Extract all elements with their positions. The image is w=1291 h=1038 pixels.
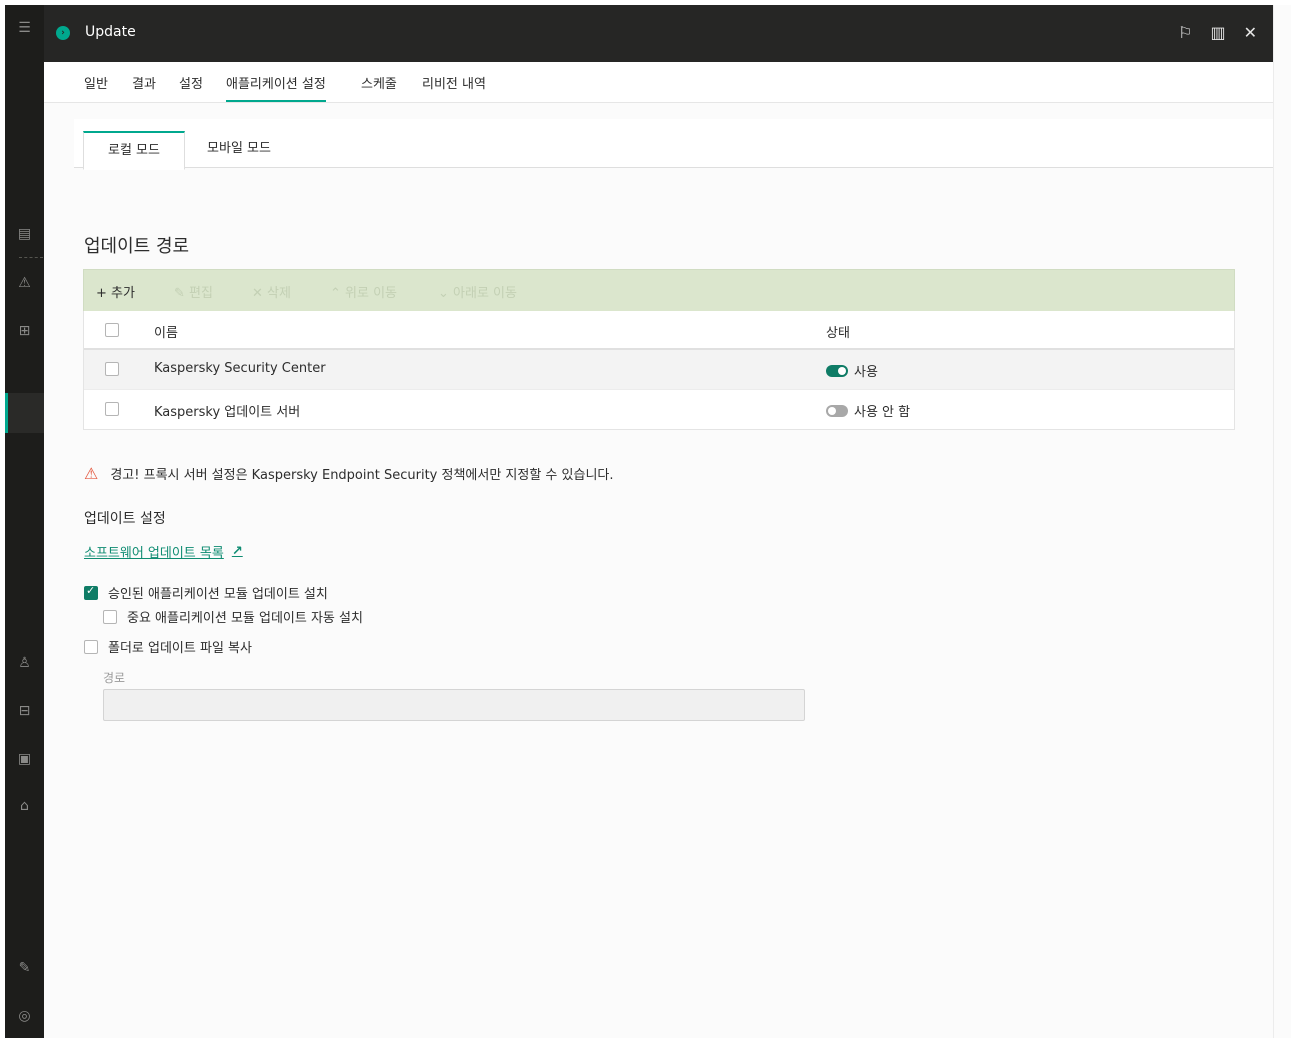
tab-revision-history[interactable]: 리비전 내역 — [422, 73, 486, 92]
table-row[interactable]: Kaspersky Security Center 사용 — [84, 350, 1234, 390]
menu-icon[interactable]: ☰ — [5, 17, 44, 39]
update-sources-table: 이름 상태 Kaspersky Security Center 사용 Kaspe… — [83, 311, 1235, 430]
tab-schedule[interactable]: 스케줄 — [361, 73, 397, 92]
table-row[interactable]: Kaspersky 업데이트 서버 사용 안 함 — [84, 390, 1234, 429]
software-updates-link-text[interactable]: 소프트웨어 업데이트 목록 — [84, 542, 224, 561]
source-status: 사용 — [826, 361, 878, 380]
edit-button[interactable]: ✎ 편집 — [174, 282, 213, 301]
update-settings-title: 업데이트 설정 — [84, 511, 166, 527]
update-task-icon: › — [56, 26, 70, 40]
mode-tab-bar: 로컬 모드 모바일 모드 — [74, 119, 1273, 170]
tab-general[interactable]: 일반 — [84, 73, 108, 92]
warning-text: 경고! 프록시 서버 설정은 Kaspersky Endpoint Securi… — [110, 468, 614, 483]
install-approved-updates-option[interactable]: 승인된 애플리케이션 모듈 업데이트 설치 — [84, 583, 328, 602]
add-button[interactable]: + 추가 — [96, 282, 135, 301]
auto-install-critical-updates-checkbox[interactable] — [103, 609, 117, 624]
copy-updates-to-folder-option[interactable]: 폴더로 업데이트 파일 복사 — [84, 637, 252, 656]
source-status: 사용 안 함 — [826, 401, 910, 420]
install-approved-updates-checkbox[interactable] — [84, 584, 98, 600]
source-name: Kaspersky 업데이트 서버 — [154, 405, 301, 420]
title-bar-actions: ⚐ ▥ ✕ — [1178, 22, 1257, 44]
tab-mobile-mode[interactable]: 모바일 모드 — [199, 131, 279, 167]
rail-divider — [19, 257, 43, 258]
policies-icon[interactable]: ⊟ — [5, 700, 44, 722]
monitoring-icon[interactable]: ▤ — [5, 223, 44, 245]
move-down-button[interactable]: ⌄ 아래로 이동 — [438, 282, 517, 301]
right-edge-strip — [1273, 5, 1291, 1038]
main-tab-bar: 일반 결과 설정 애플리케이션 설정 스케줄 리비전 내역 — [44, 62, 1273, 103]
source-name: Kaspersky Security Center — [154, 361, 326, 376]
path-input[interactable] — [103, 689, 805, 721]
account-icon[interactable]: ◎ — [5, 1005, 44, 1027]
flag-icon[interactable]: ⚐ — [1178, 22, 1192, 44]
copy-updates-to-folder-checkbox[interactable] — [84, 639, 98, 654]
tab-local-mode[interactable]: 로컬 모드 — [83, 131, 185, 170]
title-bar: › Update ⚐ ▥ ✕ — [44, 5, 1273, 62]
left-nav-rail: ☰ ▤ ⚠ ⊞ ♙ ⊟ ▣ ⌂ ✎ ◎ — [5, 5, 44, 1038]
column-header-name[interactable]: 이름 — [154, 322, 178, 341]
book-icon[interactable]: ▥ — [1210, 22, 1225, 44]
sources-toolbar: + 추가 ✎ 편집 ✕ 삭제 ⌃ 위로 이동 ⌄ 아래로 이동 — [83, 269, 1235, 312]
row-checkbox[interactable] — [105, 362, 119, 376]
option-label: 승인된 애플리케이션 모듈 업데이트 설치 — [108, 587, 328, 602]
enabled-toggle[interactable] — [826, 364, 848, 377]
delete-button[interactable]: ✕ 삭제 — [252, 282, 291, 301]
column-header-status[interactable]: 상태 — [826, 322, 850, 341]
row-checkbox[interactable] — [105, 402, 119, 416]
tab-results[interactable]: 결과 — [132, 73, 156, 92]
move-up-button[interactable]: ⌃ 위로 이동 — [330, 282, 397, 301]
tab-settings[interactable]: 설정 — [179, 73, 203, 92]
warning-icon: ⚠ — [84, 464, 99, 483]
close-icon[interactable]: ✕ — [1244, 22, 1257, 44]
option-label: 중요 애플리케이션 모듈 업데이트 자동 설치 — [127, 611, 363, 626]
users-icon[interactable]: ♙ — [5, 652, 44, 674]
proxy-warning: ⚠ 경고! 프록시 서버 설정은 Kaspersky Endpoint Secu… — [84, 464, 614, 483]
table-header-row: 이름 상태 — [84, 311, 1234, 350]
alert-icon[interactable]: ⚠ — [5, 272, 44, 294]
tab-application-settings[interactable]: 애플리케이션 설정 — [226, 73, 326, 102]
status-label: 사용 — [854, 365, 878, 380]
software-updates-link[interactable]: 소프트웨어 업데이트 목록 ↗ — [84, 542, 243, 561]
status-label: 사용 안 함 — [854, 405, 911, 420]
devices-tree-icon[interactable]: ⊞ — [5, 320, 44, 342]
properties-panel: 일반 결과 설정 애플리케이션 설정 스케줄 리비전 내역 로컬 모드 모바일 … — [44, 62, 1273, 1038]
path-label: 경로 — [103, 671, 126, 685]
window-title: Update — [85, 24, 136, 40]
reports-icon[interactable]: ▣ — [5, 748, 44, 770]
select-all-checkbox[interactable] — [105, 323, 119, 337]
rail-active-item[interactable] — [5, 393, 44, 433]
marketplace-icon[interactable]: ⌂ — [5, 795, 44, 817]
wrench-icon[interactable]: ✎ — [5, 957, 44, 979]
option-label: 폴더로 업데이트 파일 복사 — [108, 641, 252, 656]
enabled-toggle[interactable] — [826, 404, 848, 417]
external-link-icon[interactable]: ↗ — [232, 544, 243, 559]
section-title-update-sources: 업데이트 경로 — [84, 236, 190, 257]
auto-install-critical-updates-option[interactable]: 중요 애플리케이션 모듈 업데이트 자동 설치 — [103, 607, 363, 626]
